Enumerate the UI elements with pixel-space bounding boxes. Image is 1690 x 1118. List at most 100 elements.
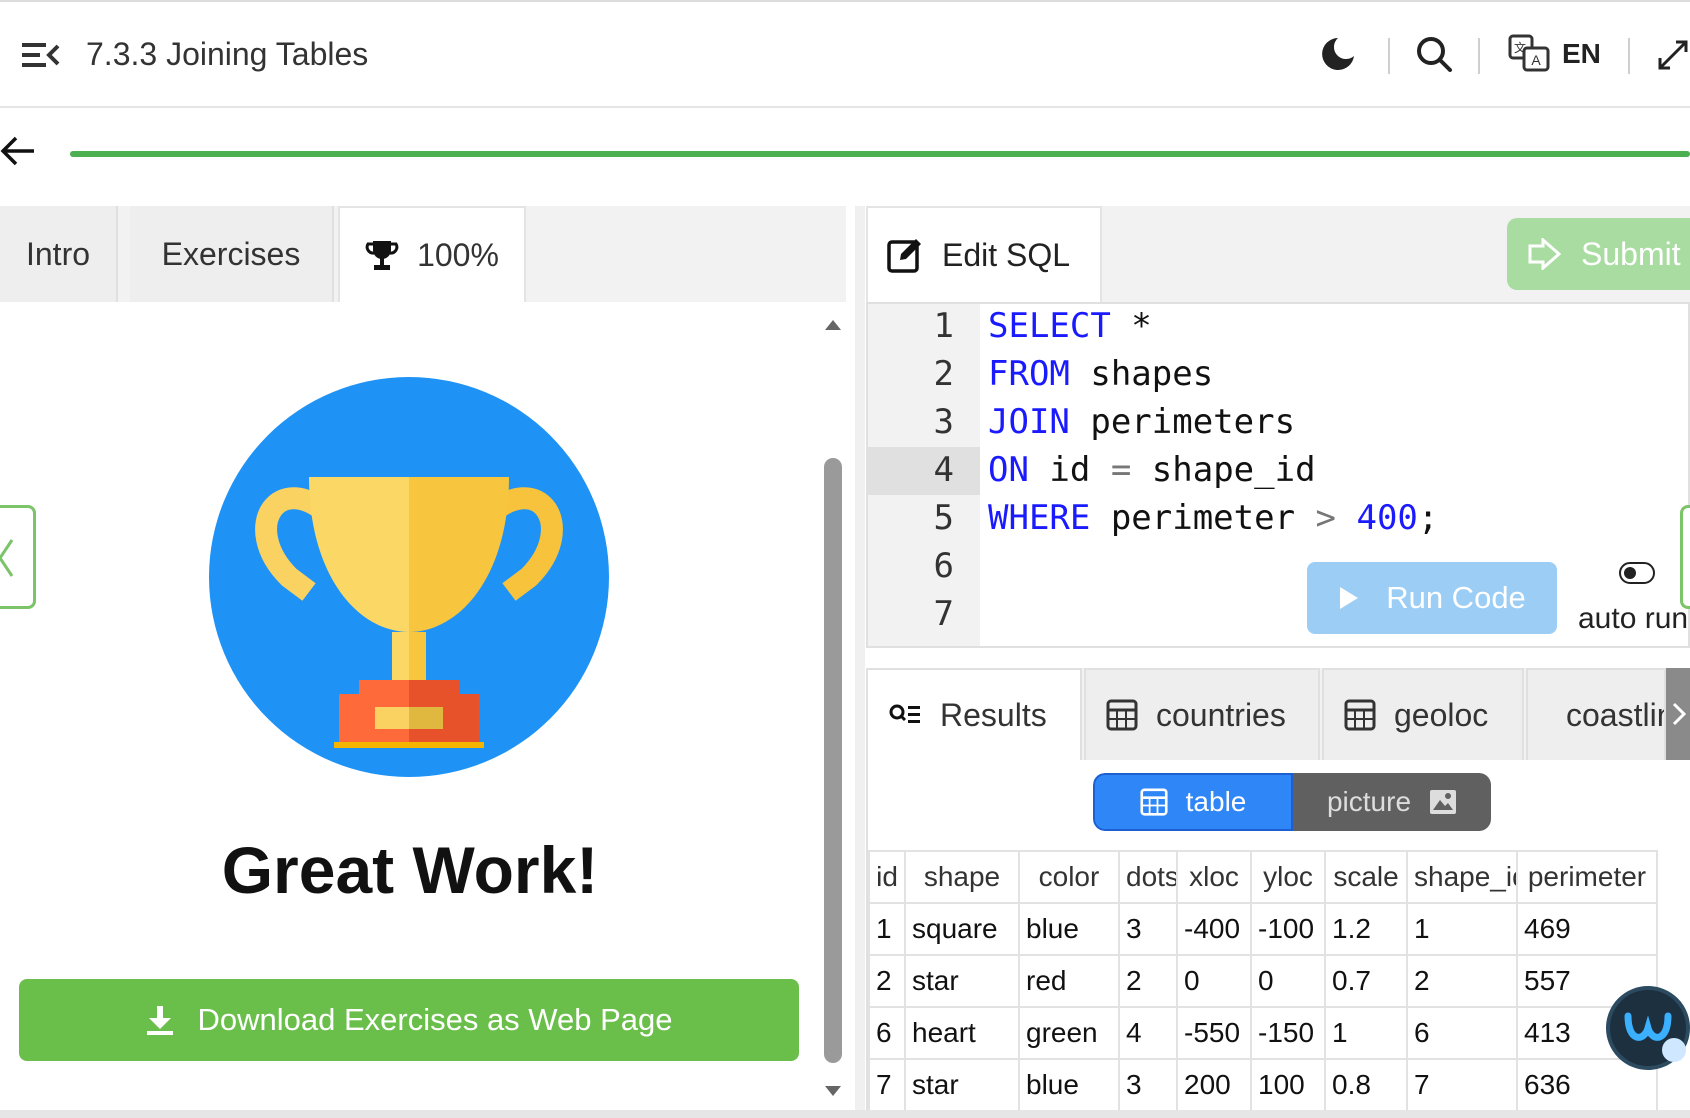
next-exercise-button[interactable]: [1680, 505, 1690, 609]
search-icon[interactable]: [1414, 34, 1454, 74]
table-view-button[interactable]: table: [1093, 773, 1293, 831]
table-row: 6 heart green 4 -550 -150 1 6 413: [868, 1006, 1658, 1060]
table-cell: 7: [868, 1058, 906, 1112]
submit-button[interactable]: Submit: [1507, 218, 1690, 290]
table-cell: blue: [1018, 1058, 1120, 1112]
table-cell: -150: [1250, 1006, 1326, 1060]
table-cell: blue: [1018, 902, 1120, 956]
score-label: 100%: [417, 236, 499, 273]
run-code-label: Run Code: [1386, 580, 1526, 615]
table-cell: 7: [1406, 1058, 1518, 1112]
auto-run-toggle[interactable]: [1619, 562, 1655, 584]
table-cell: 100: [1250, 1058, 1326, 1112]
table-cell: 0.8: [1324, 1058, 1408, 1112]
tab-label: coastline: [1566, 696, 1664, 733]
table-cell: 2: [1118, 954, 1178, 1008]
line-number: 3: [933, 402, 954, 442]
code-text: shape_id: [1131, 450, 1316, 490]
column-header[interactable]: id: [868, 850, 906, 904]
table-row: 2 star red 2 0 0 0.7 2 557: [868, 954, 1658, 1008]
tab-score[interactable]: 100%: [338, 206, 526, 302]
tab-label: Intro: [25, 235, 91, 272]
line-number: 6: [933, 546, 954, 586]
column-header[interactable]: color: [1018, 850, 1120, 904]
table-cell: -100: [1250, 902, 1326, 956]
code-operator: =: [1110, 450, 1132, 490]
table-cell: 2: [868, 954, 906, 1008]
svg-text:文: 文: [1514, 40, 1526, 55]
column-header[interactable]: scale: [1324, 850, 1408, 904]
language-label[interactable]: EN: [1562, 38, 1601, 70]
line-number: 7: [933, 594, 954, 634]
tab-geoloc[interactable]: geoloc: [1322, 668, 1524, 760]
code-line[interactable]: JOIN perimeters: [988, 402, 1295, 442]
picture-view-button[interactable]: picture: [1293, 773, 1491, 831]
table-cell: 0: [1250, 954, 1326, 1008]
code-text: ;: [1417, 498, 1439, 538]
column-header[interactable]: perimeter: [1516, 850, 1658, 904]
code-number: 400: [1336, 498, 1418, 538]
code-line[interactable]: FROM shapes: [988, 354, 1213, 394]
tab-coastline[interactable]: coastline: [1526, 668, 1666, 760]
table-view-label: table: [1185, 786, 1247, 817]
table-cell: 0: [1176, 954, 1252, 1008]
table-cell: 1: [868, 902, 906, 956]
trophy-illustration: [209, 377, 609, 777]
table-row: 1 square blue 3 -400 -100 1.2 1 469: [868, 902, 1658, 956]
column-header[interactable]: yloc: [1250, 850, 1326, 904]
column-header[interactable]: xloc: [1176, 850, 1252, 904]
tab-label: geoloc: [1394, 696, 1489, 733]
table-cell: 6: [1406, 1006, 1518, 1060]
column-header[interactable]: shape_id: [1406, 850, 1518, 904]
table-cell: 2: [1406, 954, 1518, 1008]
tab-countries[interactable]: countries: [1084, 668, 1320, 760]
table-cell: heart: [904, 1006, 1020, 1060]
table-cell: 0.7: [1324, 954, 1408, 1008]
divider: [1478, 38, 1480, 74]
table-icon: [1106, 699, 1138, 731]
code-text: id: [1028, 450, 1111, 490]
play-icon: [1340, 587, 1359, 609]
code-operator: >: [1315, 498, 1337, 538]
run-code-button[interactable]: Run Code: [1307, 562, 1557, 634]
results-icon: [889, 704, 920, 723]
dark-mode-icon[interactable]: [1318, 34, 1358, 74]
table-cell: 1.2: [1324, 902, 1408, 956]
extension-badge-icon[interactable]: [1606, 986, 1690, 1070]
page-title: 7.3.3 Joining Tables: [86, 36, 369, 72]
download-exercises-button[interactable]: Download Exercises as Web Page: [19, 979, 799, 1061]
completion-heading: Great Work!: [221, 833, 599, 907]
tab-results[interactable]: Results: [866, 668, 1082, 760]
table-cell: star: [904, 1058, 1020, 1112]
table-cell: 3: [1118, 902, 1178, 956]
column-header[interactable]: dots: [1118, 850, 1178, 904]
code-line[interactable]: SELECT *: [988, 306, 1152, 346]
results-table: id shape color dots xloc yloc scale shape_id per…: [868, 850, 1658, 1112]
code-line[interactable]: ON id = shape_id: [988, 450, 1316, 490]
table-cell: 3: [1118, 1058, 1178, 1112]
divider: [1628, 38, 1630, 74]
tab-edit-sql[interactable]: Edit SQL: [866, 206, 1102, 302]
table-icon: [1344, 699, 1376, 731]
table-cell: square: [904, 902, 1020, 956]
table-cell: green: [1018, 1006, 1120, 1060]
back-arrow-icon[interactable]: [0, 134, 36, 168]
top-bar: 7.3.3 Joining Tables A 文 EN: [0, 0, 1690, 108]
tabs-scroll-right-button[interactable]: [1666, 668, 1690, 760]
table-cell: star: [904, 954, 1020, 1008]
edit-icon: [887, 239, 921, 273]
panel-divider[interactable]: [855, 206, 865, 1112]
scrollbar-thumb[interactable]: [824, 458, 842, 1063]
submit-arrow-icon: [1528, 238, 1561, 270]
code-line[interactable]: WHERE perimeter > 400;: [988, 498, 1438, 538]
sql-keyword: FROM: [988, 354, 1070, 394]
collapse-menu-icon[interactable]: [22, 40, 60, 70]
translate-icon[interactable]: A 文: [1508, 34, 1552, 74]
tab-intro[interactable]: Intro: [0, 206, 118, 302]
line-number: 2: [933, 354, 954, 394]
previous-exercise-button[interactable]: [0, 505, 36, 609]
tab-exercises[interactable]: Exercises: [130, 206, 334, 302]
table-header-row: id shape color dots xloc yloc scale shape_id per…: [868, 850, 1658, 904]
fullscreen-icon[interactable]: [1656, 34, 1690, 74]
column-header[interactable]: shape: [904, 850, 1020, 904]
